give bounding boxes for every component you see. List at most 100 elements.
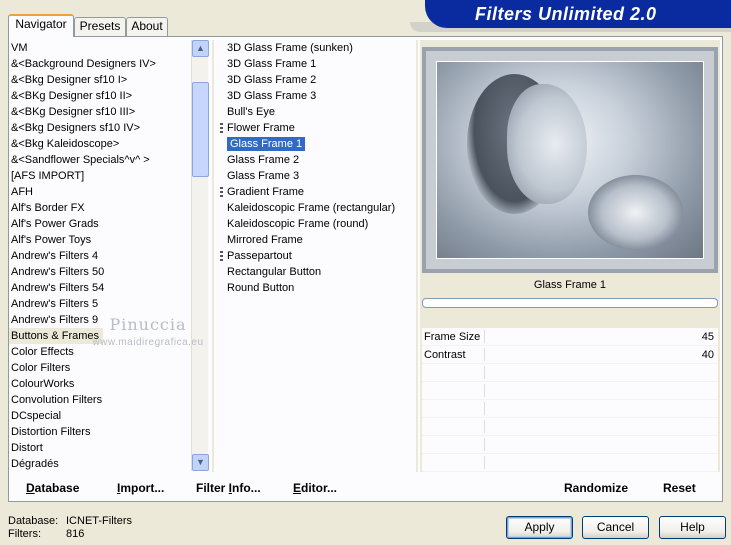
filter-item-label: 3D Glass Frame (sunken) — [227, 42, 353, 54]
filter-item[interactable]: Passepartout — [218, 248, 414, 264]
bottom-toolbar: Database Import... Filter Info... Editor… — [12, 476, 720, 500]
filter-list[interactable]: 3D Glass Frame (sunken) 3D Glass Frame 1 3… — [218, 40, 414, 472]
filters-count-label: Filters: — [8, 528, 41, 540]
filter-item-label: Kaleidoscopic Frame (round) — [227, 218, 369, 230]
parameter-slider[interactable] — [484, 402, 718, 415]
parameter-row[interactable] — [422, 364, 718, 382]
category-item[interactable]: &<BKg Designer sf10 II> — [9, 88, 189, 104]
parameter-slider[interactable] — [484, 384, 718, 397]
category-item[interactable]: DCspecial — [9, 408, 189, 424]
filter-item[interactable]: Gradient Frame — [218, 184, 414, 200]
parameter-row[interactable]: Contrast 40 — [422, 346, 718, 364]
category-item[interactable]: &<Sandflower Specials^v^ > — [9, 152, 189, 168]
import-button[interactable]: Import... — [117, 476, 164, 500]
filter-item-label: Bull's Eye — [227, 106, 275, 118]
editor-button[interactable]: Editor... — [293, 476, 337, 500]
category-item[interactable]: Dégradés — [9, 456, 189, 472]
filter-item-label: Round Button — [227, 282, 295, 294]
category-item[interactable]: Andrew's Filters 50 — [9, 264, 189, 280]
category-item[interactable]: Convolution Filters — [9, 392, 189, 408]
editor-accel: E — [293, 481, 302, 495]
grip-marker-icon — [220, 251, 223, 261]
filter-item[interactable]: Bull's Eye — [218, 104, 414, 120]
filter-item[interactable]: 3D Glass Frame (sunken) — [218, 40, 414, 56]
category-item[interactable]: Buttons & Frames — [9, 328, 104, 344]
category-item[interactable]: Distortion Filters — [9, 424, 189, 440]
filter-item-label: Glass Frame 3 — [227, 170, 300, 182]
database-status-label: Database: — [8, 515, 59, 527]
category-item[interactable]: &<BKg Designer sf10 III> — [9, 104, 189, 120]
parameter-slider[interactable] — [484, 420, 718, 433]
category-scrollbar[interactable]: ▲ ▼ — [191, 40, 209, 471]
category-item[interactable]: &<Bkg Kaleidoscope> — [9, 136, 189, 152]
category-item[interactable]: Andrew's Filters 5 — [9, 296, 189, 312]
filter-item[interactable]: Kaleidoscopic Frame (rectangular) — [218, 200, 414, 216]
parameter-slider[interactable] — [484, 456, 718, 469]
parameter-slider[interactable] — [484, 348, 718, 361]
filter-item-label: Gradient Frame — [227, 186, 305, 198]
parameter-label: Frame Size — [424, 331, 481, 343]
parameter-row[interactable] — [422, 382, 718, 400]
category-item[interactable]: Alf's Power Grads — [9, 216, 189, 232]
filters-count-value: 816 — [66, 528, 85, 540]
parameter-row[interactable]: Frame Size 45 — [422, 328, 718, 346]
filter-item-label: Kaleidoscopic Frame (rectangular) — [227, 202, 396, 214]
category-item[interactable]: ColourWorks — [9, 376, 189, 392]
category-item[interactable]: Andrew's Filters 54 — [9, 280, 189, 296]
category-item[interactable]: &<Background Designers IV> — [9, 56, 189, 72]
reset-button[interactable]: Reset — [663, 476, 696, 500]
randomize-button[interactable]: Randomize — [564, 476, 628, 500]
category-item[interactable]: &<Bkg Designers sf10 IV> — [9, 120, 189, 136]
category-item[interactable]: Color Filters — [9, 360, 189, 376]
database-button[interactable]: Database — [26, 476, 79, 500]
parameter-slider[interactable] — [484, 366, 718, 379]
category-item[interactable]: &<Bkg Designer sf10 I> — [9, 72, 189, 88]
apply-button[interactable]: Apply — [506, 516, 573, 539]
preview-panel: Glass Frame 1 Frame Size 45 Contrast 40 — [420, 40, 720, 472]
database-status-value: ICNET-Filters — [66, 515, 132, 527]
parameter-slider[interactable] — [484, 438, 718, 451]
selected-filter-name: Glass Frame 1 — [533, 279, 607, 291]
category-list[interactable]: VM &<Background Designers IV> &<Bkg Design… — [9, 40, 189, 472]
filter-info-button[interactable]: Filter Info... — [196, 476, 261, 500]
preview-image[interactable] — [436, 61, 704, 259]
cancel-button[interactable]: Cancel — [582, 516, 649, 539]
parameter-slider[interactable] — [484, 330, 718, 343]
filter-item[interactable]: Flower Frame — [218, 120, 414, 136]
filter-item[interactable]: 3D Glass Frame 2 — [218, 72, 414, 88]
filter-info-label: nfo... — [232, 481, 261, 495]
filter-item[interactable]: Glass Frame 3 — [218, 168, 414, 184]
filter-item-label: 3D Glass Frame 3 — [227, 90, 317, 102]
category-item[interactable]: VM — [9, 40, 189, 56]
filter-item[interactable]: Rectangular Button — [218, 264, 414, 280]
scroll-up-button[interactable]: ▲ — [192, 40, 209, 57]
filter-item[interactable]: Kaleidoscopic Frame (round) — [218, 216, 414, 232]
parameter-row[interactable] — [422, 454, 718, 472]
filter-item[interactable]: Glass Frame 2 — [218, 152, 414, 168]
filter-item[interactable]: Round Button — [218, 280, 414, 296]
filter-item[interactable]: 3D Glass Frame 1 — [218, 56, 414, 72]
category-item[interactable]: [AFS IMPORT] — [9, 168, 189, 184]
scroll-down-button[interactable]: ▼ — [192, 454, 209, 471]
category-item[interactable]: Andrew's Filters 9 — [9, 312, 189, 328]
tab-navigator[interactable]: Navigator — [8, 14, 74, 37]
category-item[interactable]: Alf's Power Toys — [9, 232, 189, 248]
scroll-thumb[interactable] — [192, 82, 209, 177]
filter-item[interactable]: 3D Glass Frame 3 — [218, 88, 414, 104]
filter-item[interactable]: Mirrored Frame — [218, 232, 414, 248]
parameter-list: Frame Size 45 Contrast 40 — [422, 328, 718, 472]
tab-about[interactable]: About — [126, 17, 168, 36]
category-item[interactable]: Alf's Border FX — [9, 200, 189, 216]
filter-item[interactable]: Glass Frame 1 — [218, 136, 414, 152]
parameter-row[interactable] — [422, 418, 718, 436]
column-divider — [416, 40, 418, 472]
tab-presets[interactable]: Presets — [74, 17, 126, 36]
category-item[interactable]: Andrew's Filters 4 — [9, 248, 189, 264]
help-button[interactable]: Help — [659, 516, 726, 539]
editor-label: ditor... — [301, 481, 338, 495]
parameter-row[interactable] — [422, 436, 718, 454]
category-item[interactable]: AFH — [9, 184, 189, 200]
category-item[interactable]: Color Effects — [9, 344, 189, 360]
category-item[interactable]: Distort — [9, 440, 189, 456]
parameter-row[interactable] — [422, 400, 718, 418]
